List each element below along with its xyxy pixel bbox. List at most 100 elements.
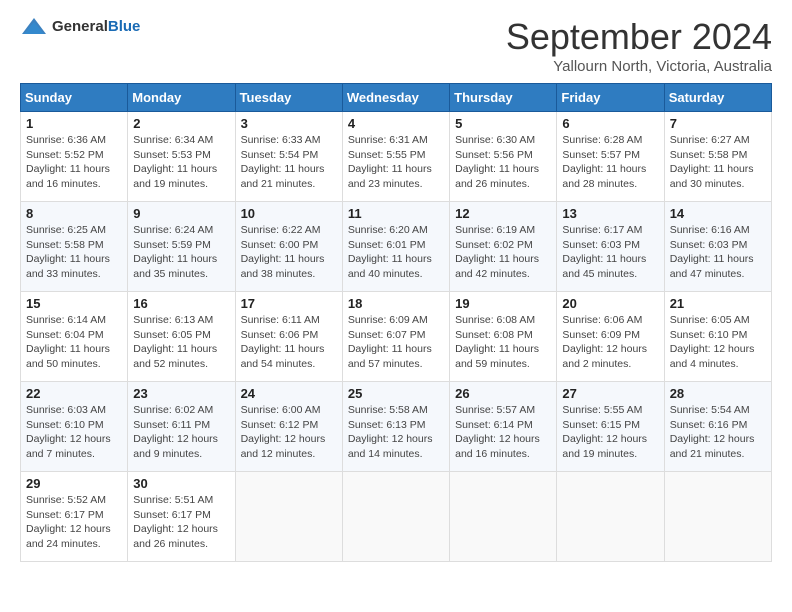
day-info: Sunrise: 5:58 AMSunset: 6:13 PMDaylight:… — [348, 403, 444, 462]
day-number: 30 — [133, 476, 229, 491]
day-number: 26 — [455, 386, 551, 401]
day-info: Sunrise: 6:03 AMSunset: 6:10 PMDaylight:… — [26, 403, 122, 462]
calendar-week-row: 29 Sunrise: 5:52 AMSunset: 6:17 PMDaylig… — [21, 472, 772, 562]
day-info: Sunrise: 6:05 AMSunset: 6:10 PMDaylight:… — [670, 313, 766, 372]
day-number: 7 — [670, 116, 766, 131]
day-number: 18 — [348, 296, 444, 311]
col-header-sunday: Sunday — [21, 84, 128, 112]
calendar-cell: 4 Sunrise: 6:31 AMSunset: 5:55 PMDayligh… — [342, 112, 449, 202]
day-number: 20 — [562, 296, 658, 311]
calendar-cell: 25 Sunrise: 5:58 AMSunset: 6:13 PMDaylig… — [342, 382, 449, 472]
col-header-wednesday: Wednesday — [342, 84, 449, 112]
col-header-monday: Monday — [128, 84, 235, 112]
calendar-cell: 14 Sunrise: 6:16 AMSunset: 6:03 PMDaylig… — [664, 202, 771, 292]
day-number: 29 — [26, 476, 122, 491]
calendar-cell: 29 Sunrise: 5:52 AMSunset: 6:17 PMDaylig… — [21, 472, 128, 562]
day-number: 3 — [241, 116, 337, 131]
day-info: Sunrise: 6:19 AMSunset: 6:02 PMDaylight:… — [455, 223, 551, 282]
month-title: September 2024 — [506, 16, 772, 58]
col-header-friday: Friday — [557, 84, 664, 112]
col-header-tuesday: Tuesday — [235, 84, 342, 112]
calendar-cell: 27 Sunrise: 5:55 AMSunset: 6:15 PMDaylig… — [557, 382, 664, 472]
day-number: 15 — [26, 296, 122, 311]
day-info: Sunrise: 5:52 AMSunset: 6:17 PMDaylight:… — [26, 493, 122, 552]
day-info: Sunrise: 6:27 AMSunset: 5:58 PMDaylight:… — [670, 133, 766, 192]
calendar-cell: 3 Sunrise: 6:33 AMSunset: 5:54 PMDayligh… — [235, 112, 342, 202]
day-info: Sunrise: 6:14 AMSunset: 6:04 PMDaylight:… — [26, 313, 122, 372]
day-info: Sunrise: 6:28 AMSunset: 5:57 PMDaylight:… — [562, 133, 658, 192]
day-info: Sunrise: 6:25 AMSunset: 5:58 PMDaylight:… — [26, 223, 122, 282]
day-info: Sunrise: 6:09 AMSunset: 6:07 PMDaylight:… — [348, 313, 444, 372]
logo-icon — [20, 16, 48, 38]
day-number: 27 — [562, 386, 658, 401]
day-info: Sunrise: 6:08 AMSunset: 6:08 PMDaylight:… — [455, 313, 551, 372]
calendar-cell: 8 Sunrise: 6:25 AMSunset: 5:58 PMDayligh… — [21, 202, 128, 292]
day-info: Sunrise: 5:57 AMSunset: 6:14 PMDaylight:… — [455, 403, 551, 462]
calendar-cell: 13 Sunrise: 6:17 AMSunset: 6:03 PMDaylig… — [557, 202, 664, 292]
calendar-cell: 23 Sunrise: 6:02 AMSunset: 6:11 PMDaylig… — [128, 382, 235, 472]
day-info: Sunrise: 6:22 AMSunset: 6:00 PMDaylight:… — [241, 223, 337, 282]
day-info: Sunrise: 6:36 AMSunset: 5:52 PMDaylight:… — [26, 133, 122, 192]
title-area: September 2024 Yallourn North, Victoria,… — [506, 16, 772, 75]
day-number: 8 — [26, 206, 122, 221]
logo-text-blue: Blue — [108, 18, 141, 35]
day-number: 19 — [455, 296, 551, 311]
calendar-cell — [664, 472, 771, 562]
calendar-cell: 30 Sunrise: 5:51 AMSunset: 6:17 PMDaylig… — [128, 472, 235, 562]
calendar-cell: 21 Sunrise: 6:05 AMSunset: 6:10 PMDaylig… — [664, 292, 771, 382]
day-info: Sunrise: 6:20 AMSunset: 6:01 PMDaylight:… — [348, 223, 444, 282]
calendar-table: SundayMondayTuesdayWednesdayThursdayFrid… — [20, 83, 772, 562]
calendar-cell: 22 Sunrise: 6:03 AMSunset: 6:10 PMDaylig… — [21, 382, 128, 472]
day-info: Sunrise: 6:13 AMSunset: 6:05 PMDaylight:… — [133, 313, 229, 372]
day-number: 16 — [133, 296, 229, 311]
day-number: 25 — [348, 386, 444, 401]
day-number: 4 — [348, 116, 444, 131]
calendar-cell: 12 Sunrise: 6:19 AMSunset: 6:02 PMDaylig… — [450, 202, 557, 292]
location-title: Yallourn North, Victoria, Australia — [506, 58, 772, 75]
calendar-cell: 17 Sunrise: 6:11 AMSunset: 6:06 PMDaylig… — [235, 292, 342, 382]
calendar-cell: 15 Sunrise: 6:14 AMSunset: 6:04 PMDaylig… — [21, 292, 128, 382]
calendar-cell: 1 Sunrise: 6:36 AMSunset: 5:52 PMDayligh… — [21, 112, 128, 202]
calendar-cell: 6 Sunrise: 6:28 AMSunset: 5:57 PMDayligh… — [557, 112, 664, 202]
logo-text-general: General — [52, 18, 108, 35]
calendar-cell: 19 Sunrise: 6:08 AMSunset: 6:08 PMDaylig… — [450, 292, 557, 382]
day-number: 28 — [670, 386, 766, 401]
calendar-header-row: SundayMondayTuesdayWednesdayThursdayFrid… — [21, 84, 772, 112]
col-header-thursday: Thursday — [450, 84, 557, 112]
day-info: Sunrise: 6:31 AMSunset: 5:55 PMDaylight:… — [348, 133, 444, 192]
calendar-cell: 5 Sunrise: 6:30 AMSunset: 5:56 PMDayligh… — [450, 112, 557, 202]
day-number: 17 — [241, 296, 337, 311]
calendar-cell: 16 Sunrise: 6:13 AMSunset: 6:05 PMDaylig… — [128, 292, 235, 382]
calendar-cell: 26 Sunrise: 5:57 AMSunset: 6:14 PMDaylig… — [450, 382, 557, 472]
calendar-week-row: 8 Sunrise: 6:25 AMSunset: 5:58 PMDayligh… — [21, 202, 772, 292]
day-number: 9 — [133, 206, 229, 221]
logo: GeneralBlue — [20, 16, 140, 38]
day-info: Sunrise: 6:06 AMSunset: 6:09 PMDaylight:… — [562, 313, 658, 372]
day-number: 6 — [562, 116, 658, 131]
day-number: 22 — [26, 386, 122, 401]
day-number: 11 — [348, 206, 444, 221]
day-info: Sunrise: 6:17 AMSunset: 6:03 PMDaylight:… — [562, 223, 658, 282]
day-number: 21 — [670, 296, 766, 311]
col-header-saturday: Saturday — [664, 84, 771, 112]
calendar-cell — [342, 472, 449, 562]
day-number: 5 — [455, 116, 551, 131]
calendar-week-row: 1 Sunrise: 6:36 AMSunset: 5:52 PMDayligh… — [21, 112, 772, 202]
day-number: 12 — [455, 206, 551, 221]
day-number: 2 — [133, 116, 229, 131]
day-info: Sunrise: 6:00 AMSunset: 6:12 PMDaylight:… — [241, 403, 337, 462]
calendar-cell: 11 Sunrise: 6:20 AMSunset: 6:01 PMDaylig… — [342, 202, 449, 292]
calendar-week-row: 22 Sunrise: 6:03 AMSunset: 6:10 PMDaylig… — [21, 382, 772, 472]
calendar-week-row: 15 Sunrise: 6:14 AMSunset: 6:04 PMDaylig… — [21, 292, 772, 382]
calendar-cell: 18 Sunrise: 6:09 AMSunset: 6:07 PMDaylig… — [342, 292, 449, 382]
day-number: 13 — [562, 206, 658, 221]
day-number: 23 — [133, 386, 229, 401]
calendar-cell — [557, 472, 664, 562]
day-number: 24 — [241, 386, 337, 401]
calendar-cell — [235, 472, 342, 562]
day-number: 10 — [241, 206, 337, 221]
day-info: Sunrise: 6:16 AMSunset: 6:03 PMDaylight:… — [670, 223, 766, 282]
day-number: 1 — [26, 116, 122, 131]
day-info: Sunrise: 6:33 AMSunset: 5:54 PMDaylight:… — [241, 133, 337, 192]
calendar-cell — [450, 472, 557, 562]
